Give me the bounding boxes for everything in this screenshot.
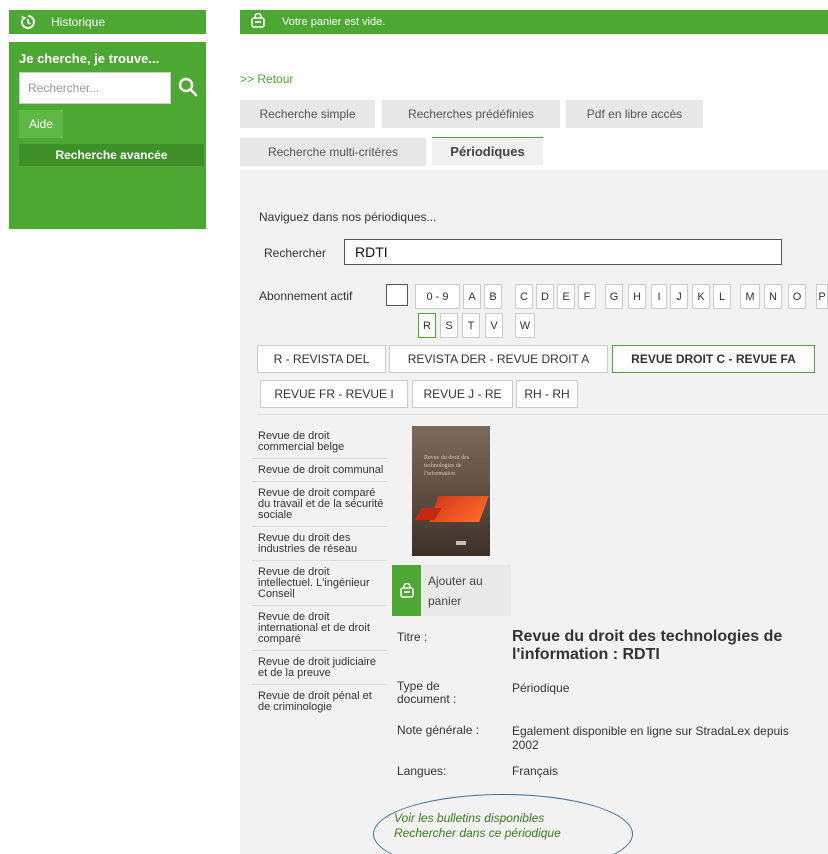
list-item[interactable]: Revue de droit intellectuel. L'ingénieur… [252,561,387,606]
letter-s[interactable]: S [440,313,458,338]
aide-button[interactable]: Aide [19,110,63,138]
letter-p[interactable]: P [816,284,828,309]
letter-m[interactable]: M [740,284,760,309]
record-title: Revue du droit des technologies de l'inf… [512,628,783,663]
titre-label: Titre : [397,630,428,644]
list-item[interactable]: Revue de droit pénal et de criminologie [252,685,387,718]
tab-recherches-predefinies[interactable]: Recherches prédéfinies [382,100,560,128]
add-to-cart-label: Ajouter au panier [428,573,483,608]
letter-f[interactable]: F [578,284,596,309]
letter-e[interactable]: E [557,284,575,309]
browse-intro: Naviguez dans nos périodiques... [259,210,437,224]
search-button[interactable] [171,72,204,104]
tab-pdf-libre-acces[interactable]: Pdf en libre accès [566,100,703,128]
list-item[interactable]: Revue de droit judiciaire et de la preuv… [252,651,387,685]
abonnement-checkbox[interactable] [386,284,408,306]
letter-t[interactable]: T [462,313,480,338]
range-revue-droit-c-revue-fa[interactable]: REVUE DROIT C - REVUE FA [612,345,815,373]
note-label: Note générale : [397,723,480,737]
langues-label: Langues: [397,764,447,778]
letter-i[interactable]: I [651,284,667,309]
list-item[interactable]: Revue de droit comparé du travail et de … [252,482,387,527]
letter-l[interactable]: L [713,284,731,309]
search-icon [178,77,198,100]
letter-a[interactable]: A [463,284,481,309]
letter-o[interactable]: O [788,284,806,309]
historique-button[interactable]: Historique [9,10,206,34]
letter-w[interactable]: W [515,313,535,338]
letter-d[interactable]: D [536,284,554,309]
search-row [19,72,204,104]
list-item[interactable]: Revue du droit des industries de réseau [252,527,387,561]
periodical-search-input[interactable]: RDTI [344,239,782,265]
letter-g[interactable]: G [605,284,623,309]
search-input[interactable] [19,72,171,104]
list-item[interactable]: Revue de droit commercial belge [252,425,387,459]
search-title: Je cherche, je trouve... [19,51,160,66]
cover-image: Revue du droit des technologies de l'inf… [412,426,490,556]
range-revue-j-re[interactable]: REVUE J - RE [412,380,513,408]
advanced-search-button[interactable]: Recherche avancée [19,144,204,166]
letter-c[interactable]: C [515,284,533,309]
letter-j[interactable]: J [670,284,688,309]
letter-r[interactable]: R [418,313,436,338]
divider [257,414,828,415]
basket-icon [250,12,268,31]
tab-periodiques[interactable]: Périodiques [432,137,543,165]
cover-text: Revue du droit des technologies de l'inf… [424,455,470,477]
rechercher-label: Rechercher [264,246,327,260]
letter-n[interactable]: N [764,284,782,309]
list-item[interactable]: Revue de droit communal [252,459,387,482]
range-r-revista-del[interactable]: R - REVISTA DEL [257,345,386,373]
history-icon [19,13,37,31]
periodical-title-list: Revue de droit commercial belge Revue de… [252,425,387,718]
letter-k[interactable]: K [692,284,710,309]
type-value: Périodique [512,681,570,695]
cover-publisher-logo [456,541,466,545]
list-item[interactable]: Revue de droit international et de droit… [252,606,387,651]
range-rh-rh[interactable]: RH - RH [516,380,578,408]
quick-search-panel: Je cherche, je trouve... Aide Recherche … [9,42,206,229]
langues-value: Français [512,764,559,778]
basket-icon [392,565,421,616]
range-revista-der-revue-droit-a[interactable]: REVISTA DER - REVUE DROIT A [389,345,608,373]
retour-link[interactable]: >> Retour [240,72,293,86]
tab-recherche-simple[interactable]: Recherche simple [240,100,375,128]
range-revue-fr-revue-i[interactable]: REVUE FR - REVUE I [260,380,408,408]
add-to-cart-button[interactable]: Ajouter au panier [392,565,511,616]
letter-v[interactable]: V [485,313,503,338]
cart-status-bar[interactable]: Votre panier est vide. [240,10,828,34]
cart-status-text: Votre panier est vide. [282,16,386,28]
tab-recherche-multi-criteres[interactable]: Recherche multi-critères [240,138,426,166]
historique-label: Historique [51,15,106,29]
letter-b[interactable]: B [484,284,502,309]
type-label: Type de document : [397,679,457,706]
abonnement-label: Abonnement actif [259,289,353,303]
letter-0-9[interactable]: 0 - 9 [415,284,460,309]
note-value: Egalement disponible en ligne sur Strada… [512,724,789,752]
letter-h[interactable]: H [628,284,646,309]
